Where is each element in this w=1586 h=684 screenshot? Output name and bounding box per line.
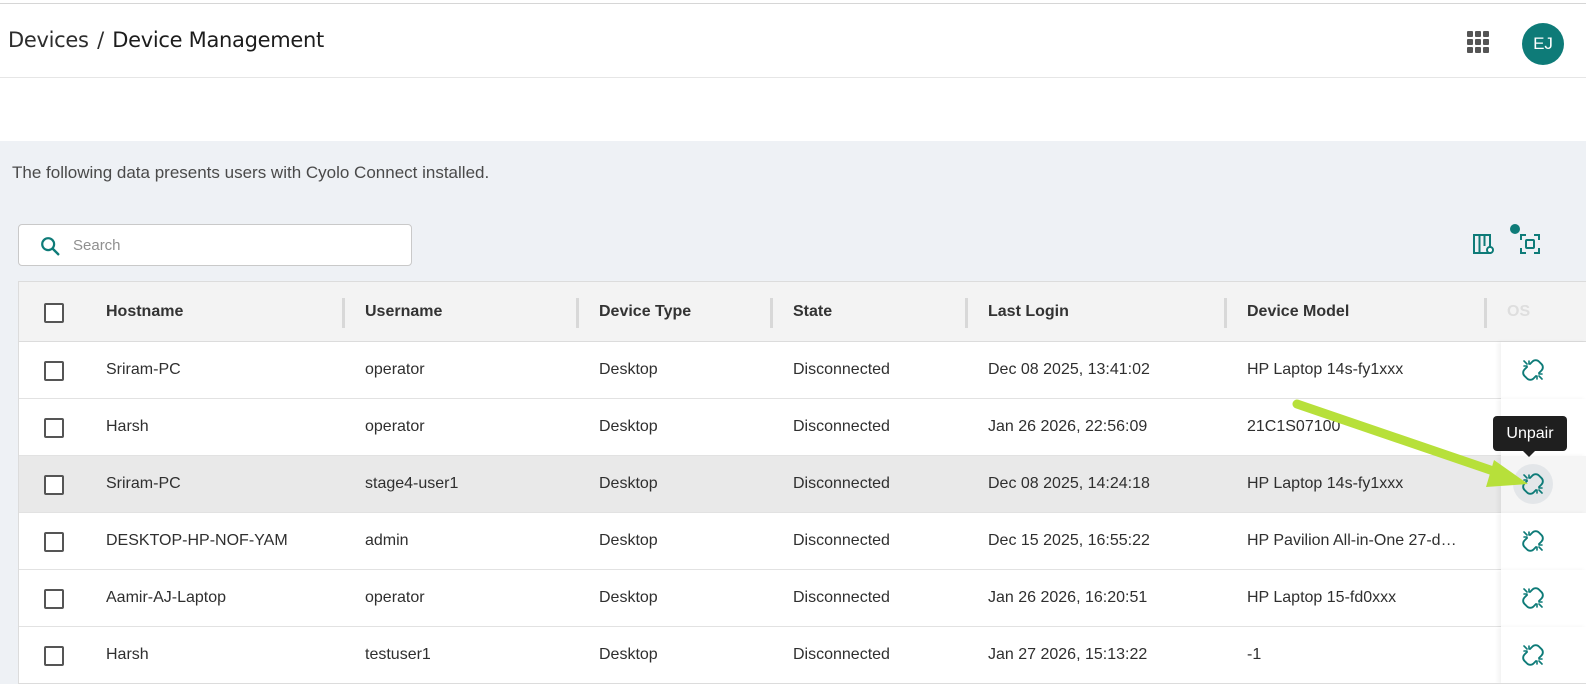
cell-state: Disconnected xyxy=(793,589,890,606)
cell-username: testuser1 xyxy=(365,646,431,663)
search-input[interactable] xyxy=(73,233,393,257)
row-actions xyxy=(1501,627,1586,683)
cell-username: operator xyxy=(365,361,425,378)
column-resize-handle[interactable] xyxy=(342,298,345,328)
row-checkbox[interactable] xyxy=(44,646,64,666)
cell-last-login: Jan 26 2026, 16:20:51 xyxy=(988,589,1148,606)
cell-hostname: Sriram-PC xyxy=(106,361,181,378)
header-spacer xyxy=(0,79,1586,141)
cell-hostname: Harsh xyxy=(106,418,149,435)
cell-username: stage4-user1 xyxy=(365,475,459,492)
cell-state: Disconnected xyxy=(793,361,890,378)
grid-apps-icon[interactable] xyxy=(1467,31,1489,53)
fit-screen-icon[interactable] xyxy=(1518,232,1542,256)
column-resize-handle[interactable] xyxy=(1224,298,1227,328)
table-header: Hostname Username Device Type State Last… xyxy=(19,282,1586,342)
unlink-icon[interactable] xyxy=(1521,643,1545,667)
unpair-tooltip: Unpair xyxy=(1493,416,1567,451)
cell-device-model: 21C1S07100 xyxy=(1247,418,1341,435)
unlink-icon[interactable] xyxy=(1521,358,1545,382)
cell-state: Disconnected xyxy=(793,532,890,549)
cell-device-type: Desktop xyxy=(599,589,658,606)
column-settings-icon[interactable] xyxy=(1472,232,1496,256)
table-row[interactable]: Sriram-PC stage4-user1 Desktop Disconnec… xyxy=(19,456,1586,513)
row-checkbox[interactable] xyxy=(44,418,64,438)
select-all-checkbox[interactable] xyxy=(44,303,64,323)
search-icon xyxy=(41,237,60,256)
unlink-icon[interactable] xyxy=(1521,529,1545,553)
breadcrumb-devices-link[interactable]: Devices xyxy=(8,28,89,52)
row-checkbox[interactable] xyxy=(44,532,64,552)
column-resize-handle[interactable] xyxy=(965,298,968,328)
column-header-device-model[interactable]: Device Model xyxy=(1247,303,1349,321)
column-header-username[interactable]: Username xyxy=(365,303,442,321)
cell-device-type: Desktop xyxy=(599,646,658,663)
cell-hostname: DESKTOP-HP-NOF-YAM xyxy=(106,532,288,549)
unlink-icon[interactable] xyxy=(1521,586,1545,610)
row-checkbox[interactable] xyxy=(44,475,64,495)
cell-last-login: Jan 26 2026, 22:56:09 xyxy=(988,418,1148,435)
cell-device-model: HP Laptop 14s-fy1xxx xyxy=(1247,361,1404,378)
table-row[interactable]: Sriram-PC operator Desktop Disconnected … xyxy=(19,342,1586,399)
cell-username: admin xyxy=(365,532,409,549)
tooltip-pointer xyxy=(1522,450,1536,457)
table-row[interactable]: DESKTOP-HP-NOF-YAM admin Desktop Disconn… xyxy=(19,513,1586,570)
cell-last-login: Dec 08 2025, 13:41:02 xyxy=(988,361,1150,378)
unlink-icon[interactable] xyxy=(1521,472,1545,496)
user-avatar[interactable]: EJ xyxy=(1522,23,1564,65)
cell-device-model: HP Laptop 15-fd0xxx xyxy=(1247,589,1397,606)
row-checkbox[interactable] xyxy=(44,589,64,609)
column-resize-handle[interactable] xyxy=(770,298,773,328)
table-row[interactable]: Aamir-AJ-Laptop operator Desktop Disconn… xyxy=(19,570,1586,627)
cell-device-type: Desktop xyxy=(599,418,658,435)
main-content: The following data presents users with C… xyxy=(0,141,1586,684)
cell-device-type: Desktop xyxy=(599,361,658,378)
column-header-state[interactable]: State xyxy=(793,303,832,321)
row-actions xyxy=(1501,342,1586,399)
cell-last-login: Dec 15 2025, 16:55:22 xyxy=(988,532,1150,549)
row-checkbox[interactable] xyxy=(44,361,64,381)
cell-device-model: HP Pavilion All-in-One 27-d… xyxy=(1247,532,1457,549)
cell-username: operator xyxy=(365,589,425,606)
breadcrumb: Devices / Device Management xyxy=(8,28,324,52)
cell-username: operator xyxy=(365,418,425,435)
cell-hostname: Aamir-AJ-Laptop xyxy=(106,589,227,606)
intro-text: The following data presents users with C… xyxy=(12,163,490,182)
cell-last-login: Dec 08 2025, 14:24:18 xyxy=(988,475,1150,492)
search-box[interactable] xyxy=(18,224,412,266)
cell-device-type: Desktop xyxy=(599,532,658,549)
cell-device-model: -1 xyxy=(1247,646,1262,663)
breadcrumb-separator: / xyxy=(97,28,104,52)
cell-hostname: Sriram-PC xyxy=(106,475,181,492)
devices-table: Hostname Username Device Type State Last… xyxy=(18,281,1586,684)
row-actions xyxy=(1501,513,1586,570)
breadcrumb-current: Device Management xyxy=(112,28,324,52)
column-header-hostname[interactable]: Hostname xyxy=(106,303,183,321)
cell-last-login: Jan 27 2026, 15:13:22 xyxy=(988,646,1148,663)
cell-state: Disconnected xyxy=(793,475,890,492)
cell-state: Disconnected xyxy=(793,646,890,663)
cell-state: Disconnected xyxy=(793,418,890,435)
table-row[interactable]: Harsh operator Desktop Disconnected Jan … xyxy=(19,399,1586,456)
column-resize-handle[interactable] xyxy=(576,298,579,328)
column-resize-handle[interactable] xyxy=(1484,298,1487,328)
cell-hostname: Harsh xyxy=(106,646,149,663)
row-actions xyxy=(1501,456,1586,513)
page-header: Devices / Device Management EJ xyxy=(0,4,1586,78)
cell-device-model: HP Laptop 14s-fy1xxx xyxy=(1247,475,1404,492)
column-header-os[interactable]: OS xyxy=(1507,303,1530,321)
column-header-device-type[interactable]: Device Type xyxy=(599,303,691,321)
cell-device-type: Desktop xyxy=(599,475,658,492)
table-row[interactable]: Harsh testuser1 Desktop Disconnected Jan… xyxy=(19,627,1586,683)
row-actions xyxy=(1501,570,1586,627)
column-header-last-login[interactable]: Last Login xyxy=(988,303,1069,321)
